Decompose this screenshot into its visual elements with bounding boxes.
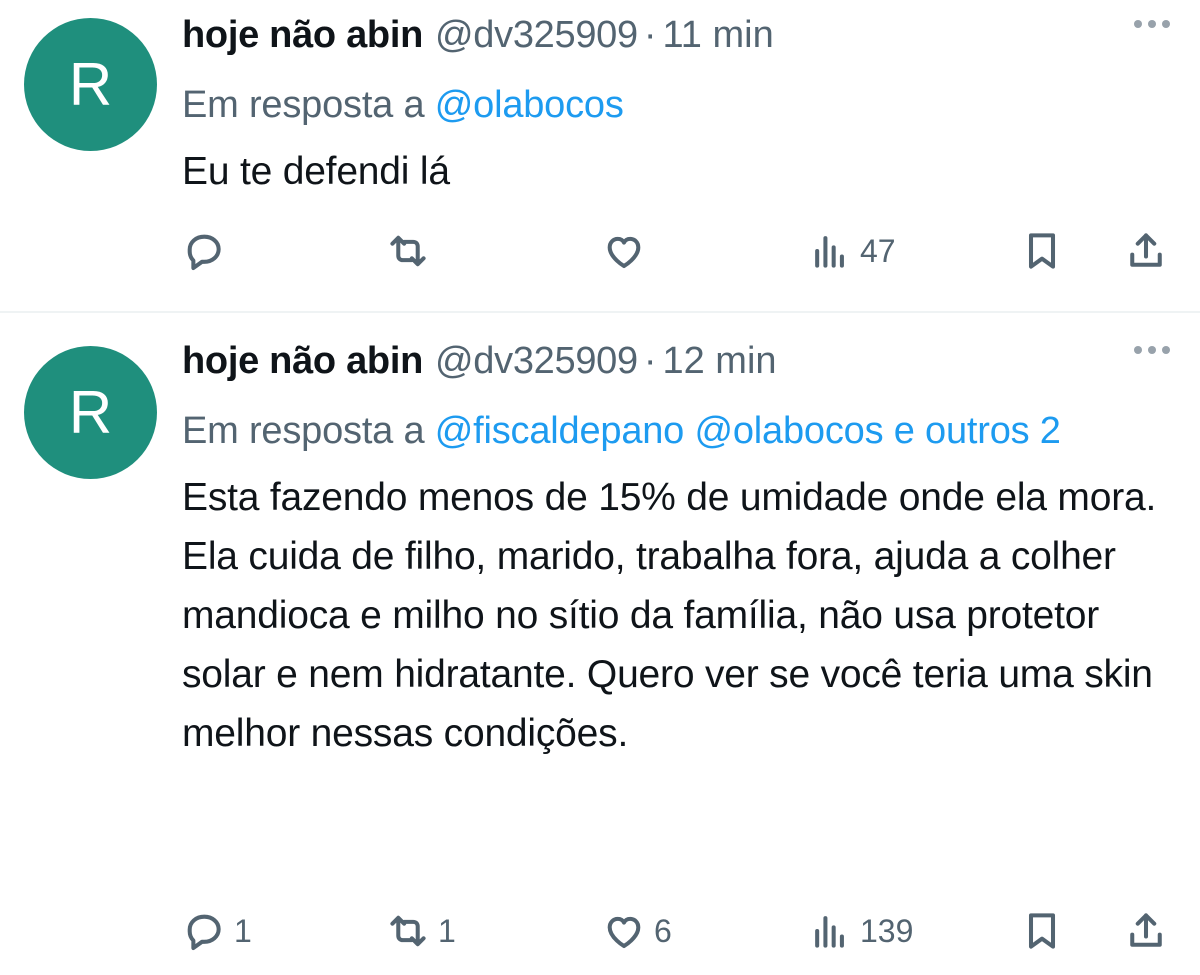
display-name[interactable]: hoje não abin <box>182 14 423 57</box>
reply-icon <box>187 914 221 951</box>
views-icon <box>815 236 844 268</box>
user-handle[interactable]: @dv325909 <box>435 340 638 383</box>
timestamp[interactable]: 12 min <box>662 340 776 383</box>
tweet-text: Eu te defendi lá <box>182 150 450 193</box>
reply-context: Em resposta a @olabocos <box>182 74 1170 136</box>
reply-mentions[interactable]: @fiscaldepano @olabocos e outros 2 <box>435 410 1061 452</box>
reply-prefix: Em resposta a <box>182 410 425 452</box>
reply-icon <box>187 234 221 271</box>
retweet-count: 1 <box>438 912 456 949</box>
share-button[interactable] <box>1124 226 1168 276</box>
views-count: 47 <box>860 232 896 269</box>
avatar[interactable]: R <box>24 18 157 151</box>
timestamp[interactable]: 11 min <box>662 14 773 57</box>
reply-context: Em resposta a @fiscaldepano @olabocos e … <box>182 400 1170 462</box>
like-icon <box>607 236 641 269</box>
reply-mentions[interactable]: @olabocos <box>435 84 624 126</box>
like-icon <box>607 916 641 949</box>
user-handle[interactable]: @dv325909 <box>435 14 638 57</box>
tweet-actions: 47 <box>182 226 1170 276</box>
bookmark-button[interactable] <box>1020 906 1064 956</box>
bookmark-icon <box>1028 233 1056 269</box>
avatar[interactable]: R <box>24 346 157 479</box>
tweet-2[interactable]: R hoje não abin @dv325909 · 12 min Em re… <box>0 313 1200 975</box>
bookmark-icon <box>1028 913 1056 949</box>
retweet-icon <box>390 915 426 947</box>
reply-prefix: Em resposta a <box>182 84 425 126</box>
views-icon <box>815 916 844 948</box>
views-count: 139 <box>860 912 914 949</box>
tweet-text: Esta fazendo menos de 15% de umidade ond… <box>182 476 1157 755</box>
more-icon[interactable] <box>1134 20 1170 28</box>
retweet-button[interactable] <box>386 226 438 276</box>
more-icon[interactable] <box>1134 346 1170 354</box>
like-button[interactable]: 6 <box>602 906 672 956</box>
tweet-content: hoje não abin @dv325909 · 11 min Em resp… <box>182 14 1170 201</box>
tweet-header: hoje não abin @dv325909 · 11 min <box>182 14 1170 70</box>
share-button[interactable] <box>1124 906 1168 956</box>
share-icon <box>1130 913 1162 947</box>
share-icon <box>1130 233 1162 267</box>
separator-dot: · <box>643 14 657 56</box>
retweet-icon <box>390 235 426 267</box>
views-button[interactable]: 139 <box>808 906 913 956</box>
tweet-header: hoje não abin @dv325909 · 12 min <box>182 340 1170 396</box>
separator-dot: · <box>643 340 657 382</box>
views-button[interactable]: 47 <box>808 226 896 276</box>
like-count: 6 <box>654 912 672 949</box>
reply-count: 1 <box>234 912 252 949</box>
tweet-actions <box>182 553 1170 603</box>
retweet-button[interactable]: 1 <box>386 906 456 956</box>
tweet-1[interactable]: R hoje não abin @dv325909 · 11 min Em re… <box>0 0 1200 313</box>
reply-button[interactable]: 1 <box>182 906 252 956</box>
bookmark-button[interactable] <box>1020 226 1064 276</box>
tweet-actions: 1 1 6 139 <box>182 906 1170 956</box>
like-button[interactable] <box>602 226 654 276</box>
tweet-content: hoje não abin @dv325909 · 12 min Em resp… <box>182 340 1170 763</box>
reply-button[interactable] <box>182 226 234 276</box>
display-name[interactable]: hoje não abin <box>182 340 423 383</box>
